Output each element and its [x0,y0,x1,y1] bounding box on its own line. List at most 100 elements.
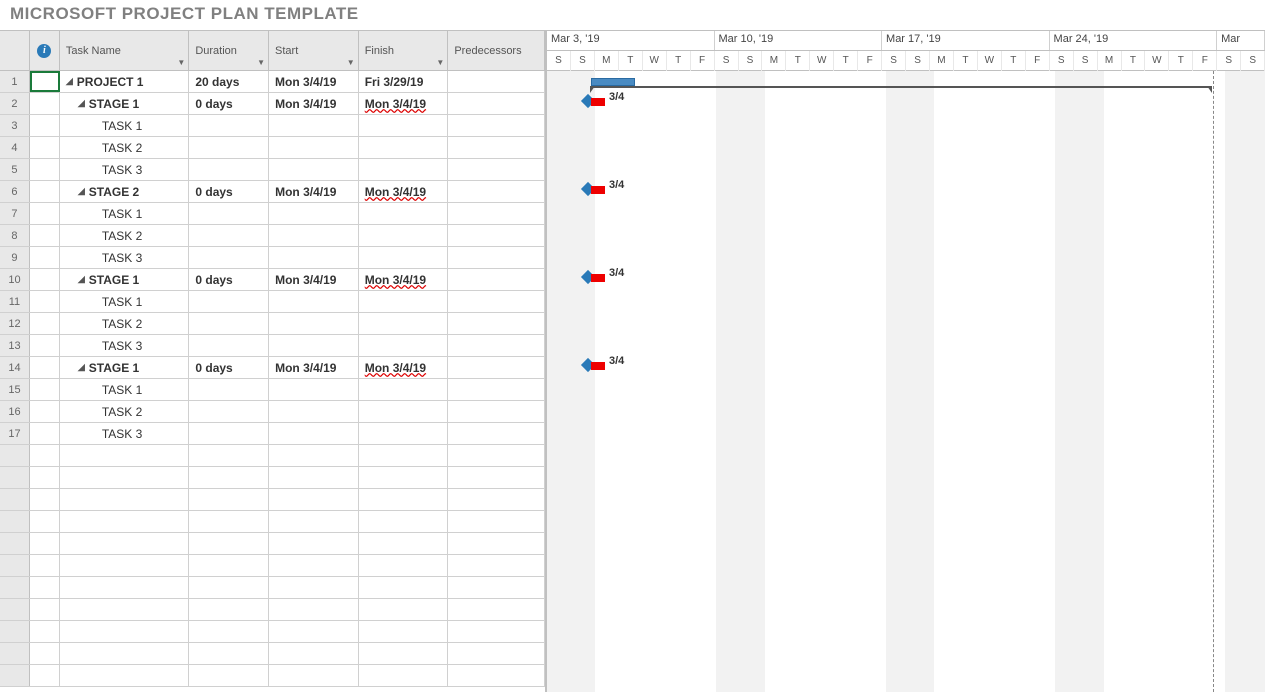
cell-start[interactable] [269,247,359,268]
header-taskname[interactable]: Task Name ▼ [60,31,189,70]
row-number[interactable]: 4 [0,137,30,158]
chevron-down-icon[interactable]: ▼ [347,58,355,67]
cell-finish[interactable] [359,225,449,246]
table-row[interactable]: 13TASK 3 [0,335,545,357]
table-body[interactable]: 1◢PROJECT 120 daysMon 3/4/19Fri 3/29/192… [0,71,545,692]
cell-empty[interactable] [269,445,359,466]
cell-empty[interactable] [269,555,359,576]
cell-start[interactable]: Mon 3/4/19 [269,181,359,202]
cell-predecessors[interactable] [448,181,545,202]
cell-empty[interactable] [189,555,269,576]
cell-empty[interactable] [0,665,30,686]
cell-duration[interactable] [189,401,269,422]
cell-empty[interactable] [0,599,30,620]
table-row[interactable]: 4TASK 2 [0,137,545,159]
cell-taskname[interactable]: ◢STAGE 1 [60,93,190,114]
row-number[interactable]: 8 [0,225,30,246]
cell-empty[interactable] [359,489,449,510]
cell-start[interactable] [269,137,359,158]
cell-empty[interactable] [189,599,269,620]
table-row[interactable] [0,445,545,467]
header-info[interactable]: i [30,31,60,70]
cell-duration[interactable] [189,313,269,334]
cell-start[interactable]: Mon 3/4/19 [269,93,359,114]
table-row[interactable]: 12TASK 2 [0,313,545,335]
cell-empty[interactable] [189,445,269,466]
cell-empty[interactable] [0,621,30,642]
gantt-body[interactable]: 3/43/43/43/4 [547,71,1265,692]
cell-start[interactable] [269,423,359,444]
table-row[interactable] [0,533,545,555]
cell-duration[interactable]: 0 days [189,357,269,378]
row-number[interactable]: 14 [0,357,30,378]
cell-duration[interactable] [189,137,269,158]
cell-info[interactable] [30,335,60,356]
cell-empty[interactable] [30,489,60,510]
cell-finish[interactable] [359,159,449,180]
cell-empty[interactable] [359,555,449,576]
gantt-row[interactable]: 3/4 [547,357,1265,379]
row-number[interactable]: 13 [0,335,30,356]
cell-empty[interactable] [60,643,189,664]
cell-empty[interactable] [30,621,60,642]
cell-empty[interactable] [30,665,60,686]
cell-empty[interactable] [189,665,269,686]
gantt-row[interactable] [547,115,1265,137]
cell-empty[interactable] [30,445,60,466]
cell-empty[interactable] [0,533,30,554]
cell-empty[interactable] [448,489,545,510]
cell-start[interactable]: Mon 3/4/19 [269,357,359,378]
cell-empty[interactable] [30,533,60,554]
table-row[interactable]: 6◢STAGE 20 daysMon 3/4/19Mon 3/4/19 [0,181,545,203]
cell-finish[interactable] [359,203,449,224]
cell-predecessors[interactable] [448,335,545,356]
cell-empty[interactable] [359,577,449,598]
cell-empty[interactable] [448,533,545,554]
cell-duration[interactable] [189,335,269,356]
cell-empty[interactable] [30,467,60,488]
row-number[interactable]: 16 [0,401,30,422]
table-row[interactable]: 3TASK 1 [0,115,545,137]
row-number[interactable]: 17 [0,423,30,444]
table-row[interactable] [0,643,545,665]
cell-empty[interactable] [0,489,30,510]
table-row[interactable] [0,467,545,489]
cell-taskname[interactable]: ◢STAGE 1 [60,357,190,378]
cell-taskname[interactable]: TASK 2 [60,401,190,422]
gantt-row[interactable] [547,313,1265,335]
table-row[interactable]: 5TASK 3 [0,159,545,181]
outline-toggle-icon[interactable]: ◢ [78,186,85,197]
cell-empty[interactable] [269,577,359,598]
cell-empty[interactable] [189,577,269,598]
cell-taskname[interactable]: TASK 3 [60,159,190,180]
cell-predecessors[interactable] [448,401,545,422]
cell-start[interactable] [269,203,359,224]
row-number[interactable]: 10 [0,269,30,290]
gantt-row[interactable] [547,379,1265,401]
gantt-row[interactable] [547,225,1265,247]
cell-empty[interactable] [189,489,269,510]
cell-empty[interactable] [269,511,359,532]
row-number[interactable]: 12 [0,313,30,334]
cell-predecessors[interactable] [448,203,545,224]
cell-finish[interactable] [359,423,449,444]
row-number[interactable]: 6 [0,181,30,202]
gantt-row[interactable]: 3/4 [547,93,1265,115]
cell-info[interactable] [30,115,60,136]
table-row[interactable]: 15TASK 1 [0,379,545,401]
cell-info[interactable] [30,269,60,290]
cell-empty[interactable] [30,643,60,664]
gantt-milestone[interactable]: 3/4 [591,98,605,106]
cell-empty[interactable] [0,643,30,664]
cell-empty[interactable] [60,511,189,532]
cell-empty[interactable] [359,445,449,466]
cell-info[interactable] [30,401,60,422]
row-number[interactable]: 9 [0,247,30,268]
gantt-row[interactable] [547,423,1265,445]
cell-empty[interactable] [60,533,189,554]
table-row[interactable] [0,599,545,621]
table-row[interactable]: 8TASK 2 [0,225,545,247]
gantt-row[interactable] [547,555,1265,577]
cell-empty[interactable] [189,643,269,664]
cell-empty[interactable] [0,467,30,488]
